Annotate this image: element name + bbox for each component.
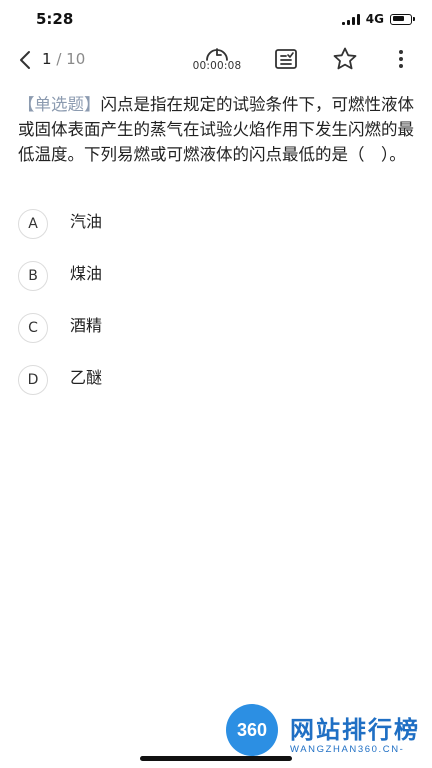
- timer-button[interactable]: 00:00:08: [188, 42, 246, 78]
- watermark-title: 网站排行榜: [290, 716, 420, 744]
- timer-text: 00:00:08: [192, 60, 242, 72]
- option-list: A 汽油 B 煤油 C 酒精 D 乙醚: [18, 204, 414, 412]
- watermark-logo: 360: [226, 704, 278, 756]
- battery-icon: [390, 13, 415, 25]
- status-indicators: 4G: [341, 12, 415, 26]
- page-current: 1: [42, 50, 52, 68]
- star-icon: [333, 47, 357, 70]
- signal-icon: [341, 13, 360, 25]
- status-time: 5:28: [36, 10, 74, 28]
- question-type: 【单选题】: [18, 95, 101, 114]
- option-letter: C: [18, 313, 48, 343]
- option-letter: D: [18, 365, 48, 395]
- option-text: 汽油: [70, 212, 103, 231]
- status-bar: 5:28 4G: [0, 0, 432, 40]
- answer-sheet-button[interactable]: [272, 45, 300, 73]
- option-a[interactable]: A 汽油: [18, 204, 414, 256]
- page-counter: 1 / 10: [42, 49, 85, 69]
- answer-sheet-icon: [275, 49, 297, 69]
- option-b[interactable]: B 煤油: [18, 256, 414, 308]
- nav-bar: 1 / 10 00:00:08: [0, 40, 432, 80]
- option-letter: A: [18, 209, 48, 239]
- battery-level: [392, 16, 404, 21]
- option-text: 酒精: [70, 316, 103, 335]
- option-d[interactable]: D 乙醚: [18, 360, 414, 412]
- option-text: 乙醚: [70, 368, 103, 387]
- watermark-subtitle: WANGZHAN360.CN-: [290, 744, 405, 755]
- more-vertical-icon: [399, 50, 403, 68]
- chevron-left-icon: [20, 51, 30, 69]
- option-letter: B: [18, 261, 48, 291]
- page-total: / 10: [56, 50, 86, 68]
- option-text: 煤油: [70, 264, 103, 283]
- home-indicator: [140, 756, 292, 761]
- back-button[interactable]: [12, 46, 38, 74]
- clock-icon: [206, 48, 228, 61]
- question-stem: 【单选题】闪点是指在规定的试验条件下，可燃性液体或固体表面产生的蒸气在试验火焰作…: [18, 92, 418, 167]
- option-c[interactable]: C 酒精: [18, 308, 414, 360]
- more-button[interactable]: [388, 45, 414, 73]
- network-label: 4G: [365, 12, 384, 26]
- favorite-button[interactable]: [330, 44, 360, 74]
